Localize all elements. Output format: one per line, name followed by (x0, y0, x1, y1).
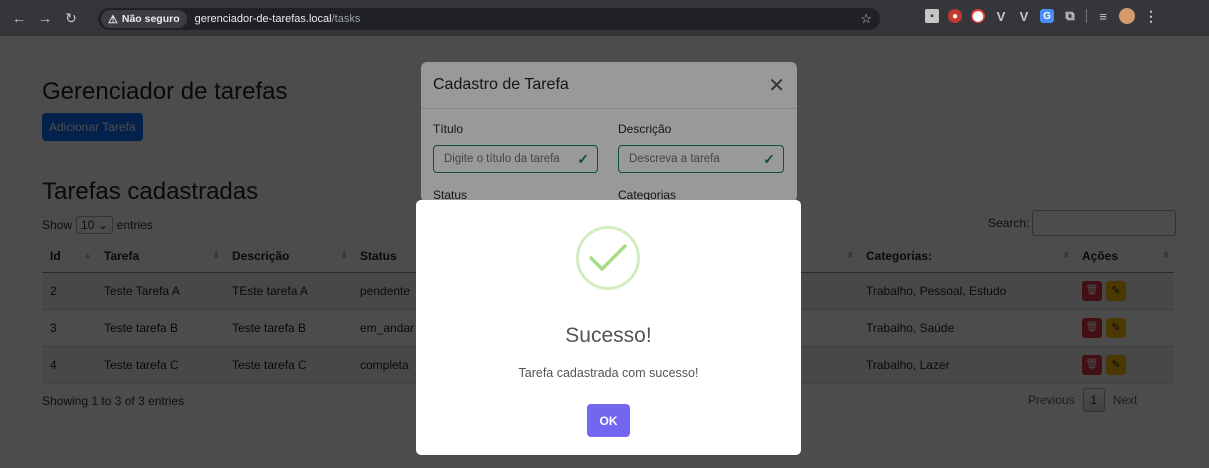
warning-icon: ⚠ (108, 13, 118, 26)
reading-list-icon[interactable]: ≡ (1096, 9, 1110, 24)
url-text: gerenciador-de-tarefas.local/tasks (195, 13, 361, 25)
shield-extension-icon[interactable]: ⬤ (971, 9, 985, 23)
extensions-bar: ▪ ● ⬤ V V G ⧉ ≡ ⋮ (925, 8, 1158, 24)
success-check-icon (576, 226, 640, 290)
forward-arrow-icon[interactable]: → (34, 7, 56, 29)
reload-icon[interactable]: ↻ (60, 7, 82, 29)
address-bar[interactable]: ⚠ Não seguro gerenciador-de-tarefas.loca… (98, 8, 880, 30)
security-chip[interactable]: ⚠ Não seguro (101, 10, 187, 28)
toolbar-divider (1086, 9, 1087, 23)
puzzle-icon[interactable]: ⧉ (1063, 8, 1077, 23)
alert-title: Sucesso! (565, 324, 652, 347)
camera-extension-icon[interactable]: ▪ (925, 9, 939, 23)
check-mark-icon (589, 244, 627, 271)
translate-extension-icon[interactable]: G (1040, 9, 1054, 23)
browser-toolbar: ← → ↻ ⚠ Não seguro gerenciador-de-tarefa… (0, 0, 1209, 36)
profile-avatar[interactable] (1119, 8, 1135, 24)
v-extension-icon-2[interactable]: V (1017, 9, 1031, 24)
url-host: gerenciador-de-tarefas.local (194, 13, 332, 25)
back-arrow-icon[interactable]: ← (8, 7, 30, 29)
menu-icon[interactable]: ⋮ (1144, 8, 1158, 24)
alert-text: Tarefa cadastrada com sucesso! (518, 366, 699, 380)
v-extension-icon[interactable]: V (994, 9, 1008, 24)
success-alert: Sucesso! Tarefa cadastrada com sucesso! … (416, 200, 801, 455)
security-label: Não seguro (121, 13, 180, 25)
bookmark-star-icon[interactable]: ☆ (860, 11, 872, 27)
url-path: /tasks (331, 13, 361, 25)
ok-button[interactable]: OK (587, 404, 630, 437)
record-extension-icon[interactable]: ● (948, 9, 962, 23)
